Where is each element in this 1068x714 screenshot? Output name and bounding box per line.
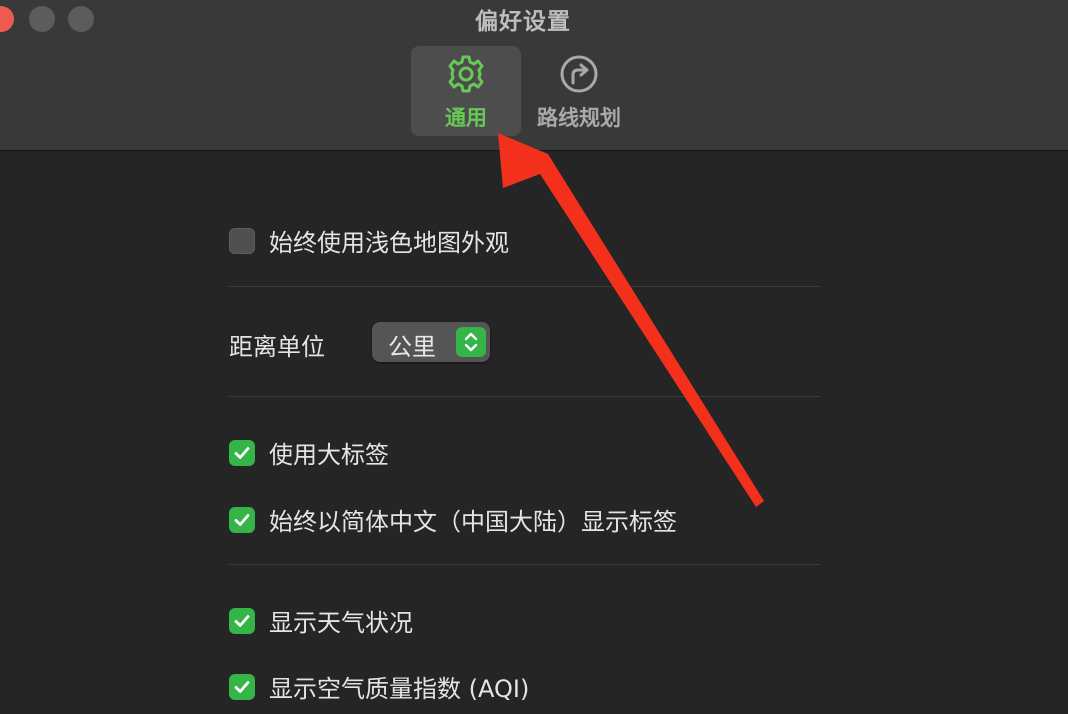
- aqi-label: 显示空气质量指数 (AQI): [269, 675, 530, 703]
- route-arrow-icon: [560, 55, 598, 93]
- checkmark-icon: [234, 680, 250, 693]
- distance-unit-select[interactable]: 公里: [372, 322, 490, 362]
- aqi-checkbox[interactable]: [229, 673, 255, 700]
- distance-unit-label: 距离单位: [229, 333, 325, 361]
- light-map-checkbox[interactable]: [229, 227, 255, 254]
- simplified-chinese-label: 始终以简体中文（中国大陆）显示标签: [269, 508, 677, 536]
- large-labels-checkbox[interactable]: [229, 439, 255, 466]
- light-map-label: 始终使用浅色地图外观: [269, 229, 509, 257]
- light-map-setting[interactable]: 始终使用浅色地图外观: [229, 223, 509, 258]
- divider: [229, 286, 820, 287]
- weather-setting[interactable]: 显示天气状况: [229, 603, 413, 638]
- divider: [229, 564, 820, 565]
- weather-label: 显示天气状况: [269, 609, 413, 637]
- preferences-window: 偏好设置 通用 路线规划 始终使用浅色地图外观 距离单位 公里 使用大标签 始终…: [0, 0, 1068, 714]
- toolbar: 偏好设置 通用 路线规划: [0, 0, 1068, 151]
- aqi-setting[interactable]: 显示空气质量指数 (AQI): [229, 669, 529, 704]
- tab-general-label: 通用: [445, 106, 487, 130]
- gear-icon: [448, 55, 484, 93]
- tab-route-planning[interactable]: 路线规划: [524, 46, 634, 136]
- simplified-chinese-checkbox[interactable]: [229, 506, 255, 533]
- checkmark-icon: [234, 446, 250, 459]
- tab-route-planning-label: 路线规划: [537, 106, 621, 130]
- distance-unit-setting: 距离单位: [229, 327, 325, 362]
- simplified-chinese-setting[interactable]: 始终以简体中文（中国大陆）显示标签: [229, 502, 677, 537]
- tab-general[interactable]: 通用: [411, 46, 521, 136]
- checkmark-icon: [234, 513, 250, 526]
- window-title: 偏好设置: [475, 9, 571, 35]
- distance-unit-value: 公里: [388, 333, 436, 361]
- chevron-up-down-icon: [464, 332, 478, 352]
- select-stepper: [456, 327, 486, 357]
- weather-checkbox[interactable]: [229, 607, 255, 634]
- large-labels-setting[interactable]: 使用大标签: [229, 435, 389, 470]
- divider: [229, 396, 820, 397]
- large-labels-label: 使用大标签: [269, 441, 389, 469]
- checkmark-icon: [234, 614, 250, 627]
